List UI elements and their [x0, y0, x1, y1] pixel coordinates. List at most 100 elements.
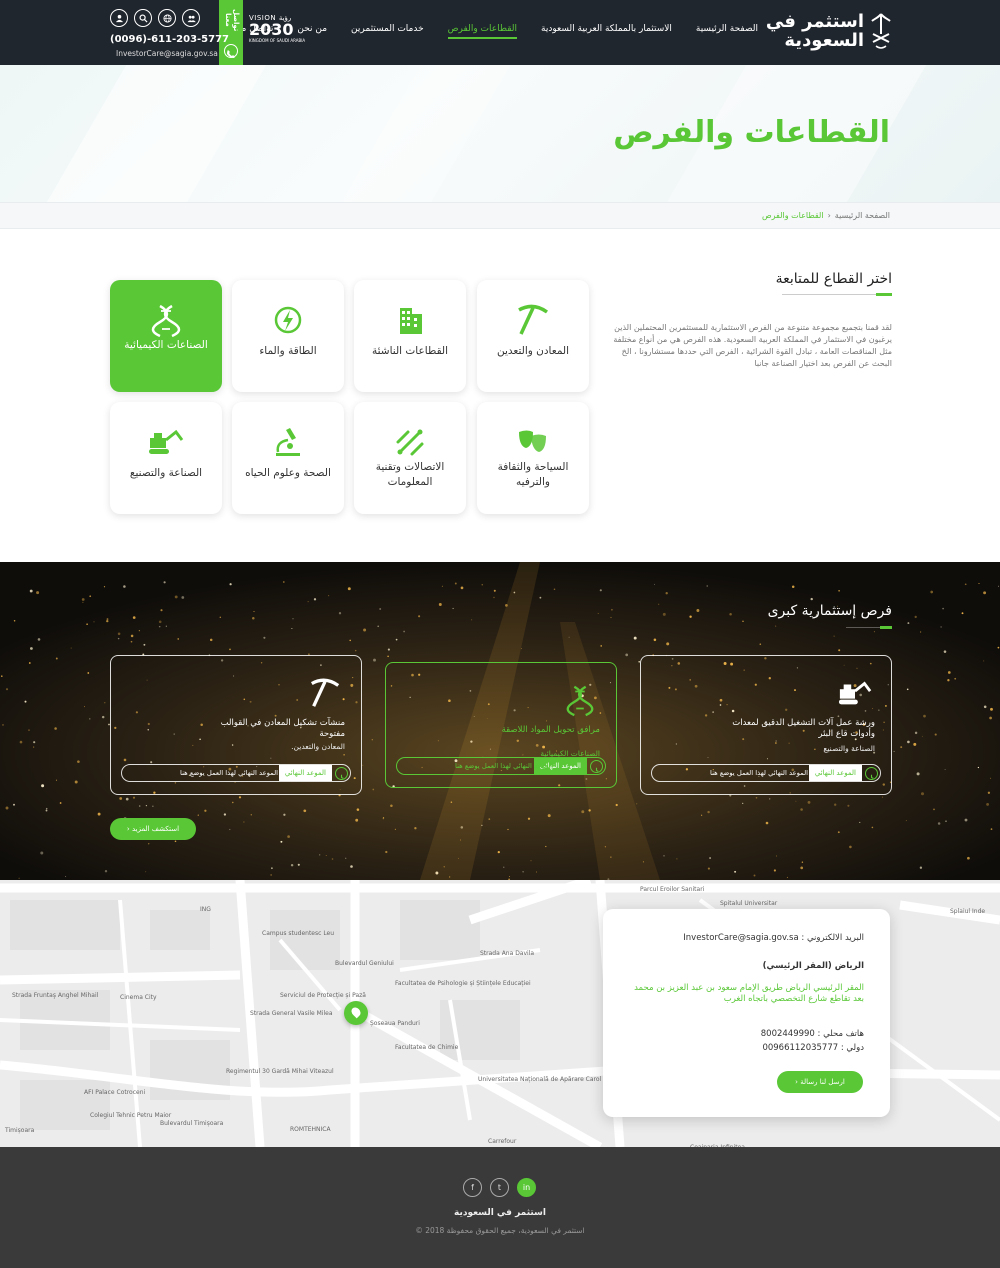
- sector-card-4[interactable]: السياحة والثقافة والترفيه: [477, 402, 589, 514]
- site-logo[interactable]: استثمر في السعودية: [766, 12, 892, 50]
- sector-card-label: الصحة وعلوم الحياه: [245, 467, 331, 479]
- email-row: البريد الالكتروني : InvestorCare@sagia.g…: [683, 933, 864, 943]
- deadline-bar: الموعد النهائي الموعد النهائي لهذا العمل…: [121, 764, 351, 782]
- hq-title: الرياض (المقر الرئيسي): [762, 961, 864, 971]
- sector-card-2[interactable]: الطاقة والماء: [232, 280, 344, 392]
- contact-card: البريد الالكتروني : InvestorCare@sagia.g…: [603, 909, 890, 1117]
- vision-year: 2030: [249, 20, 294, 39]
- linkedin-icon[interactable]: in: [517, 1178, 536, 1197]
- globe-icon[interactable]: [158, 9, 176, 27]
- microscope-icon: [268, 424, 308, 460]
- email-value[interactable]: InvestorCare@sagia.gov.sa: [683, 933, 798, 943]
- logo-text: استثمر في السعودية: [766, 12, 864, 50]
- deadline-bar: الموعد النهائي الموعد النهائي لهذا العمل…: [651, 764, 881, 782]
- map-label: Spitalul Universitar: [720, 900, 778, 907]
- map-label: AFI Palace Cotroceni: [84, 1089, 146, 1096]
- sector-card-label: الطاقة والماء: [259, 345, 317, 357]
- local-phone-label: هاتف محلي :: [817, 1029, 864, 1039]
- header-email[interactable]: InvestorCare@sagia.gov.sa: [116, 49, 218, 58]
- dna-icon: [146, 302, 186, 338]
- nav-item-1[interactable]: الاستثمار بالمملكة العربية السعودية: [529, 0, 684, 65]
- twitter-icon[interactable]: t: [490, 1178, 509, 1197]
- logo-line-1: استثمر في: [765, 11, 864, 32]
- clock-icon: [335, 766, 348, 780]
- map-label: Campus studentesc Leu: [262, 930, 335, 937]
- user-icon[interactable]: [110, 9, 128, 27]
- sector-card-0[interactable]: المعادن والتعدين: [477, 280, 589, 392]
- map-label: Serviciul de Protecție și Pază: [280, 992, 366, 999]
- map-label: Bulevardul Timișoara: [160, 1120, 224, 1127]
- sector-card-6[interactable]: الصحة وعلوم الحياه: [232, 402, 344, 514]
- facebook-icon[interactable]: f: [463, 1178, 482, 1197]
- vision-sub: KINGDOM OF SAUDI ARABIA: [249, 38, 306, 43]
- map-label: ING: [200, 906, 211, 913]
- local-phone-row: هاتف محلي : 8002449990: [761, 1029, 864, 1039]
- opportunities-heading-underline: [846, 626, 892, 629]
- nav-item-2[interactable]: القطاعات والفرص: [436, 0, 529, 65]
- masks-icon: [513, 424, 553, 460]
- sector-card-label: السياحة والثقافة والترفيه: [497, 461, 569, 488]
- map-label: Carrefour: [488, 1138, 517, 1145]
- send-message-button[interactable]: ارسل لنا رسالة ‹: [777, 1071, 863, 1093]
- map-label: Timișoara: [5, 1127, 35, 1134]
- building-icon: [390, 302, 430, 338]
- deadline-bar: الموعد النهائي الموعد النهائي لهذا العمل…: [396, 757, 606, 775]
- breadcrumb-home[interactable]: الصفحة الرئيسية: [835, 211, 890, 220]
- opportunity-card-1[interactable]: مرافق تحويل المواد اللاصقة الصناعات الكي…: [385, 662, 617, 788]
- phone-icon: [224, 44, 238, 58]
- palm-swords-icon: [871, 13, 891, 49]
- search-icon[interactable]: [134, 9, 152, 27]
- map-label: Facultatea de Chimie: [395, 1044, 459, 1051]
- clock-icon: [865, 766, 878, 780]
- sector-card-label: الصناعة والتصنيع: [129, 467, 203, 479]
- sector-card-7[interactable]: الصناعة والتصنيع: [110, 402, 222, 514]
- sector-card-label: القطاعات الناشئة: [371, 345, 448, 357]
- excavator-icon: [835, 676, 875, 710]
- sector-card-label: الاتصالات وتقنية المعلومات: [375, 461, 445, 488]
- pickaxe-icon: [305, 676, 345, 710]
- dna-icon: [560, 683, 600, 717]
- sector-card-1[interactable]: القطاعات الناشئة: [354, 280, 466, 392]
- map-label: Universitatea Națională de Apărare Carol…: [478, 1076, 605, 1083]
- intl-phone-value[interactable]: 00966112035777: [762, 1043, 838, 1053]
- explore-more-button[interactable]: استكشف المزيد ‹: [110, 818, 196, 840]
- sector-card-label: المعادن والتعدين: [496, 345, 570, 357]
- map-label: Strada Ana Davila: [480, 950, 535, 957]
- map-label: ROMTEHNICA: [290, 1126, 331, 1133]
- sector-card-3[interactable]: الصناعات الكيميائية: [110, 280, 222, 392]
- chevron-left-icon: ‹: [126, 825, 130, 833]
- page-title: القطاعات والفرص: [613, 115, 890, 150]
- send-message-label: ارسل لنا رسالة: [800, 1078, 845, 1086]
- map-label: Strada Fruntaş Anghel Mihail: [12, 992, 99, 999]
- map-label: Șoseaua Panduri: [370, 1020, 420, 1027]
- hero-decor-shape: [316, 65, 534, 202]
- sectors-heading: اختر القطاع للمتابعة: [775, 271, 892, 287]
- sector-card-5[interactable]: الاتصالات وتقنية المعلومات: [354, 402, 466, 514]
- opportunity-card-0[interactable]: ورشة عمل آلات التشغيل الدقيق لمعدات وأدو…: [640, 655, 892, 795]
- deadline-value: الموعد النهائي لهذا العمل يوضع هنا: [455, 762, 554, 770]
- map-label: Strada General Vasile Milea: [250, 1010, 333, 1017]
- sectors-description: لقد قمنا بتجميع مجموعة متنوعة من الفرص ا…: [613, 323, 892, 368]
- excavator-icon: [146, 424, 186, 460]
- breadcrumb-separator-icon: ‹: [827, 211, 831, 220]
- intl-phone-row: دولي : 00966112035777: [762, 1043, 864, 1053]
- opportunity-title: ورشة عمل آلات التشغيل الدقيق لمعدات وأدو…: [732, 718, 875, 739]
- contact-strip[interactable]: تواصل معنا: [219, 0, 243, 65]
- intl-phone-label: دولي :: [840, 1043, 864, 1053]
- deadline-label: الموعد النهائي: [808, 765, 862, 781]
- location-pin-icon[interactable]: [344, 1001, 368, 1025]
- nav-item-3[interactable]: خدمات المستثمرين: [339, 0, 436, 65]
- deadline-value: الموعد النهائي لهذا العمل يوضع هنا: [180, 769, 279, 777]
- map-label: Cinema City: [120, 994, 157, 1001]
- map-label: Parcul Eroilor Sanitari: [640, 886, 705, 893]
- opportunity-title: منشآت تشكيل المعادن في القوالب مفتوحة: [220, 718, 345, 739]
- deadline-value: الموعد النهائي لهذا العمل يوضع هنا: [710, 769, 809, 777]
- local-phone-value[interactable]: 8002449990: [761, 1029, 815, 1039]
- header-phone[interactable]: (0096)-611-203-5777: [110, 34, 229, 45]
- opportunity-card-2[interactable]: منشآت تشكيل المعادن في القوالب مفتوحة ال…: [110, 655, 362, 795]
- energy-icon: [268, 302, 308, 338]
- map-label: Colegiul Tehnic Petru Maior: [90, 1112, 172, 1119]
- users-icon[interactable]: [182, 9, 200, 27]
- header-icon-group: [110, 9, 200, 27]
- nav-item-0[interactable]: الصفحة الرئيسية: [684, 0, 770, 65]
